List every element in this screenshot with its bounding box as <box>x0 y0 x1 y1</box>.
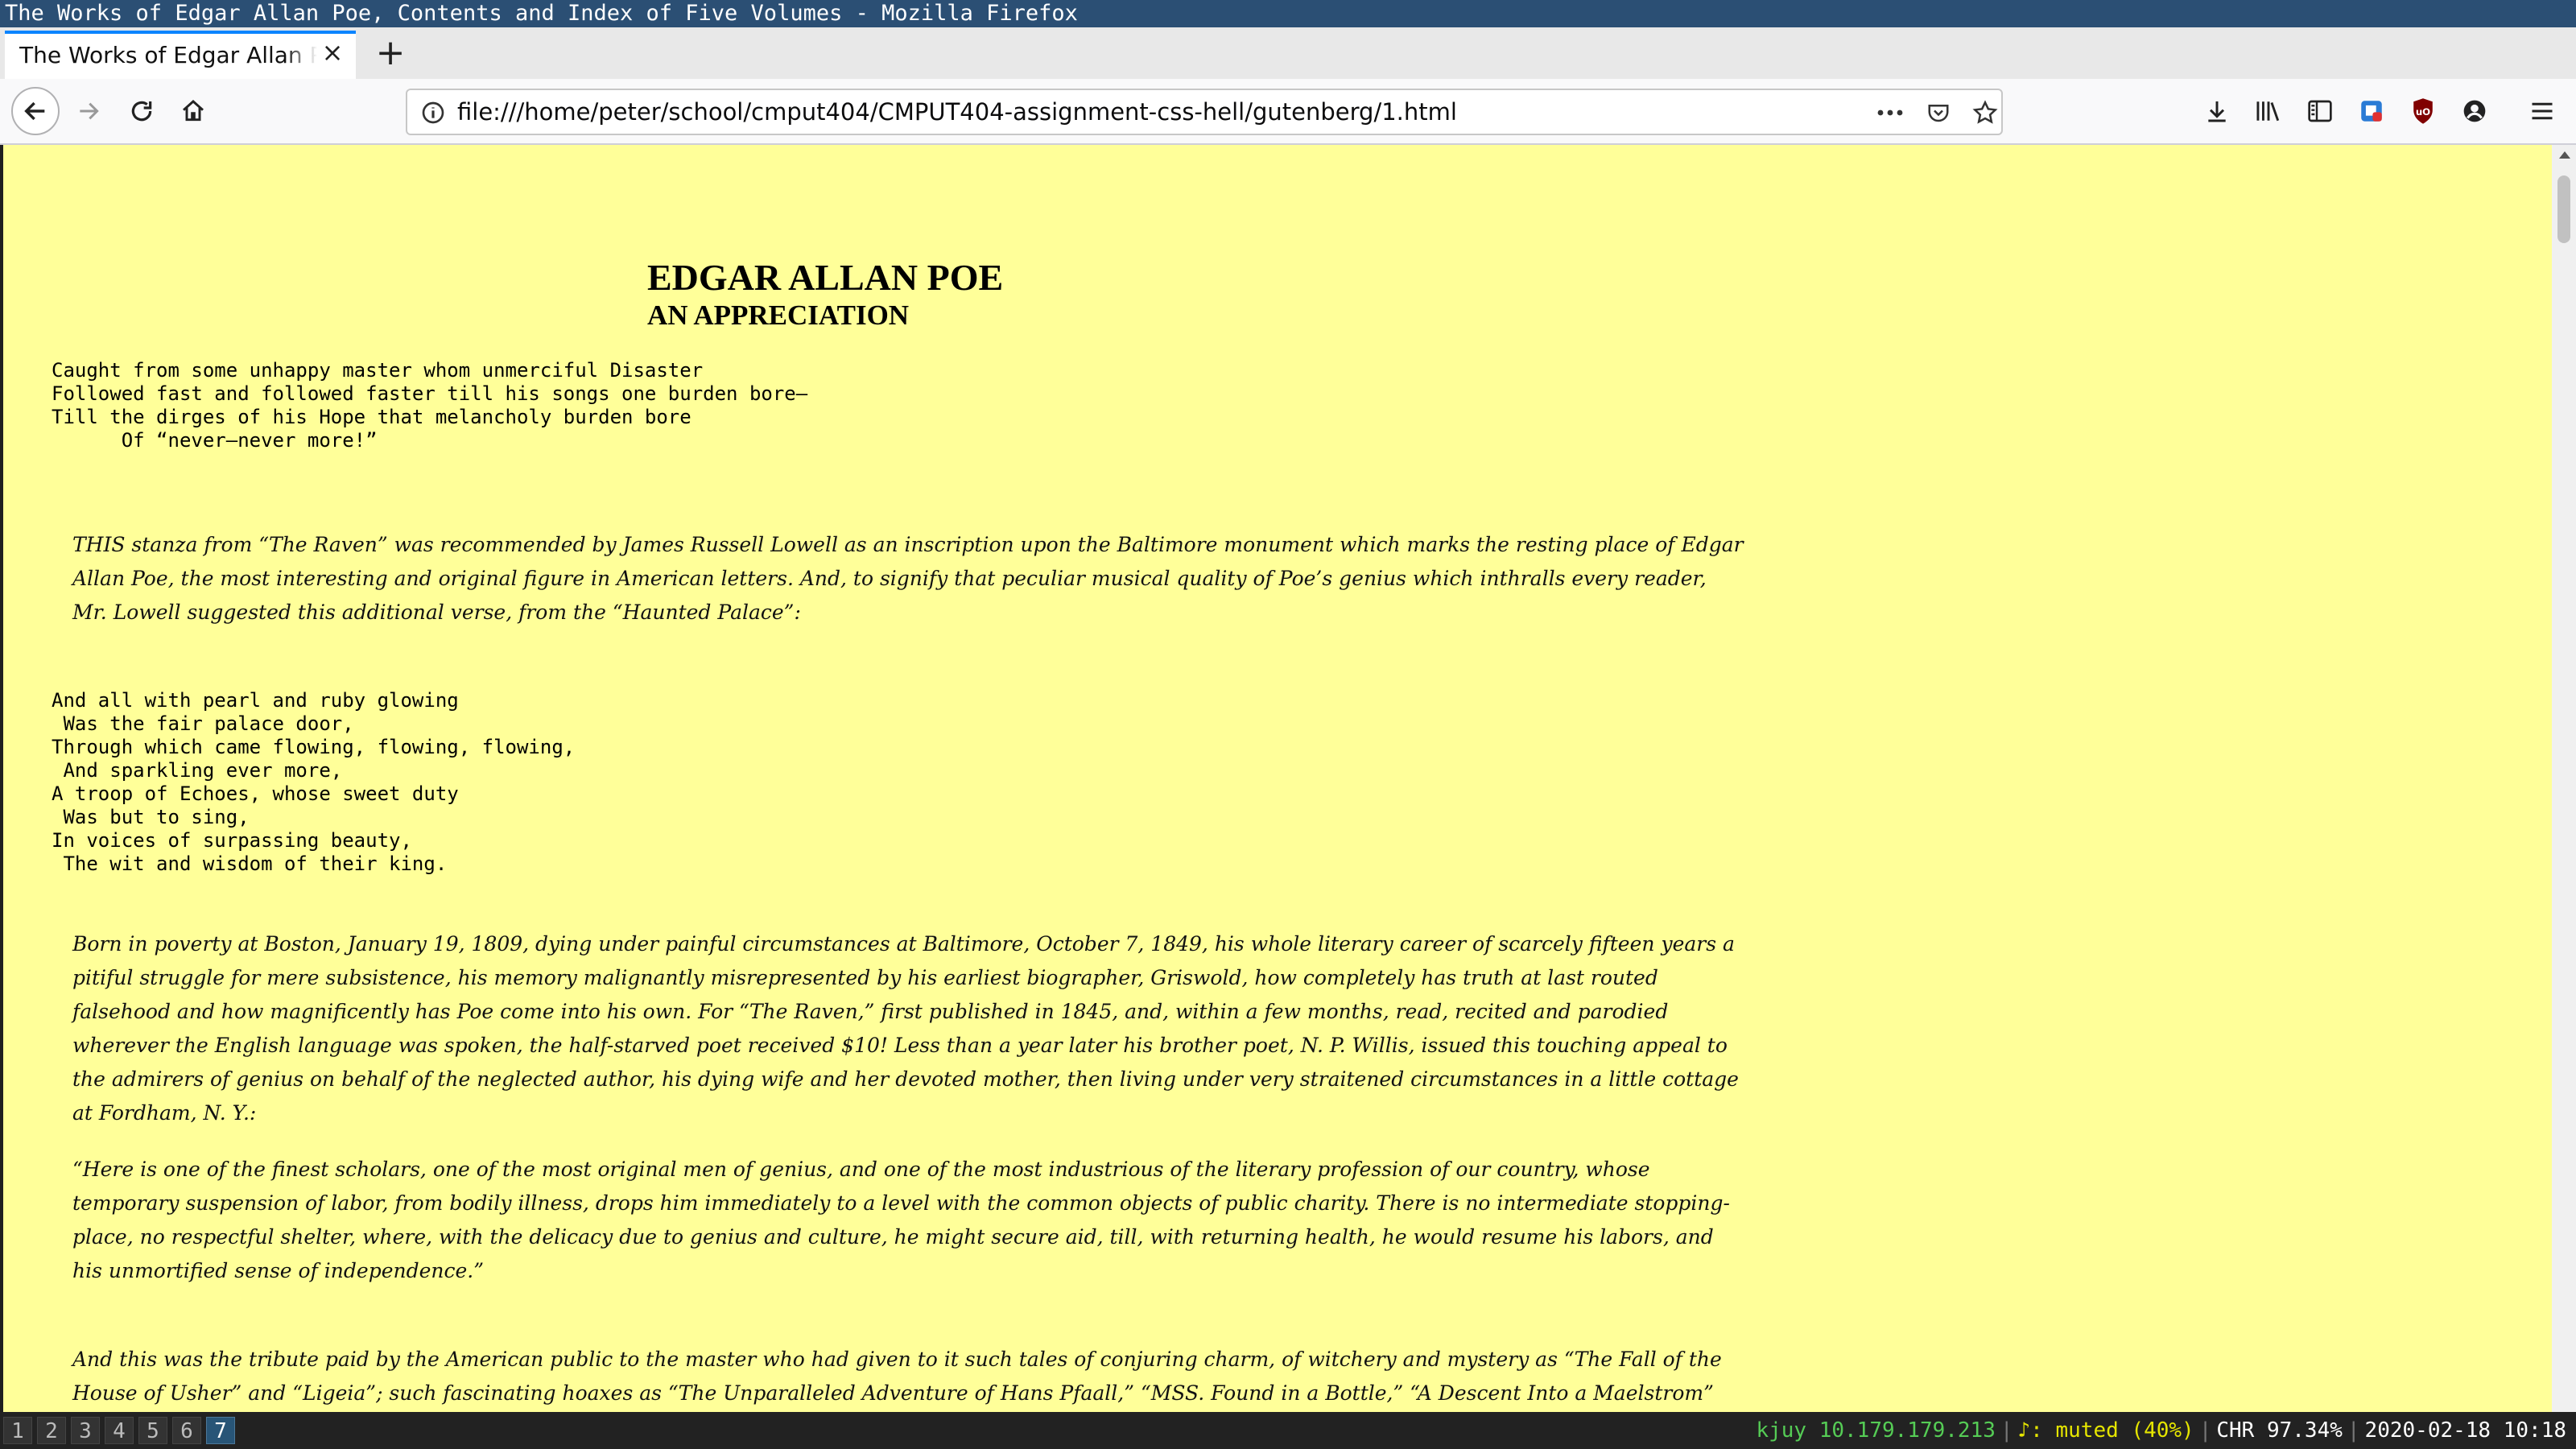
sidebar-icon <box>2308 100 2332 122</box>
menu-button[interactable] <box>2520 89 2565 134</box>
back-button[interactable] <box>11 87 60 135</box>
url-bar[interactable]: file:///home/peter/school/cmput404/CMPUT… <box>406 89 2003 135</box>
info-icon[interactable] <box>420 100 446 126</box>
poem-stanza-2: And all with pearl and ruby glowing Was … <box>52 689 575 876</box>
home-button[interactable] <box>171 89 216 134</box>
paragraph-biography: Born in poverty at Boston, January 19, 1… <box>72 932 1739 1125</box>
poem-line: A troop of Echoes, whose sweet duty <box>52 782 459 805</box>
page-content: EDGAR ALLAN POE AN APPRECIATION Caught f… <box>3 145 2552 1412</box>
paragraph-willis-quote: “Here is one of the finest scholars, one… <box>72 1158 1730 1282</box>
arrow-right-icon <box>80 102 99 120</box>
extension-button[interactable] <box>2349 89 2394 134</box>
ublock-icon: uO <box>2413 98 2433 124</box>
workspace-1[interactable]: 1 <box>3 1417 32 1444</box>
workspace-2[interactable]: 2 <box>37 1417 66 1444</box>
poem-line: Followed fast and followed faster till h… <box>52 382 808 405</box>
datetime-status: 2020-02-18 10:18 <box>2364 1418 2566 1443</box>
tab-strip: The Works of Edgar Allan Poe, Contents a… <box>0 27 2576 79</box>
ublock-button[interactable]: uO <box>2401 89 2446 134</box>
navigation-toolbar: file:///home/peter/school/cmput404/CMPUT… <box>0 79 2576 145</box>
pocket-icon <box>1928 105 1949 122</box>
pocket-button[interactable] <box>1922 97 1955 129</box>
poem-line: Caught from some unhappy master whom unm… <box>52 359 704 382</box>
library-button[interactable] <box>2246 89 2291 134</box>
window-titlebar: The Works of Edgar Allan Poe, Contents a… <box>0 0 2576 27</box>
workspace-6[interactable]: 6 <box>172 1417 201 1444</box>
workspace-5[interactable]: 5 <box>138 1417 167 1444</box>
scrollbar-thumb[interactable] <box>2557 175 2570 243</box>
poem-line: The wit and wisdom of their king. <box>52 852 448 875</box>
poem-line: In voices of surpassing beauty, <box>52 829 412 852</box>
poem-line: And all with pearl and ruby glowing <box>52 689 459 712</box>
vertical-scrollbar[interactable] <box>2552 145 2576 1412</box>
forward-button[interactable] <box>66 89 111 134</box>
tab-title: The Works of Edgar Allan Poe, Contents a… <box>19 42 317 68</box>
close-tab-icon[interactable]: × <box>319 39 346 66</box>
battery-status: CHR 97.34% <box>2216 1418 2343 1443</box>
page-actions-button[interactable] <box>1874 97 1906 129</box>
sidebar-button[interactable] <box>2297 89 2343 134</box>
new-tab-button[interactable]: + <box>372 35 409 72</box>
page-subheading: AN APPRECIATION <box>647 299 910 331</box>
hamburger-menu-icon <box>2532 102 2553 120</box>
tab-active[interactable]: The Works of Edgar Allan Poe, Contents a… <box>5 31 356 79</box>
volume-status: ♪: muted (40%) <box>2017 1418 2194 1443</box>
download-icon <box>2208 101 2226 122</box>
reload-icon <box>131 101 152 122</box>
extension-icon <box>2361 101 2382 122</box>
workspace-7[interactable]: 7 <box>206 1417 235 1444</box>
downloads-button[interactable] <box>2194 89 2240 134</box>
poem-line: Was but to sing, <box>52 806 250 828</box>
home-icon <box>183 100 204 122</box>
page-heading: EDGAR ALLAN POE <box>647 257 1004 298</box>
paragraph-intro: THIS stanza from “The Raven” was recomme… <box>72 533 1744 624</box>
system-status-bar: 1234567 kjuy 10.179.179.213 | ♪: muted (40… <box>0 1412 2576 1449</box>
network-status: kjuy 10.179.179.213 <box>1756 1418 1996 1443</box>
library-icon <box>2256 101 2280 122</box>
workspace-3[interactable]: 3 <box>71 1417 100 1444</box>
svg-text:uO: uO <box>2416 106 2430 118</box>
poem-line: Was the fair palace door, <box>52 712 354 735</box>
bookmark-button[interactable] <box>1969 97 2001 129</box>
account-button[interactable] <box>2452 89 2497 134</box>
status-right-block: kjuy 10.179.179.213 | ♪: muted (40%) | CHR 9… <box>1756 1418 2566 1443</box>
account-icon <box>2463 100 2486 122</box>
window-title: The Works of Edgar Allan Poe, Contents a… <box>5 1 1078 26</box>
poem-line: Till the dirges of his Hope that melanch… <box>52 406 691 428</box>
poem-stanza-1: Caught from some unhappy master whom unm… <box>52 359 807 452</box>
paragraph-tribute: And this was the tribute paid by the Ame… <box>72 1348 1722 1405</box>
poem-line: Of “never—never more!” <box>52 429 378 452</box>
workspace-4[interactable]: 4 <box>105 1417 134 1444</box>
reload-button[interactable] <box>119 89 164 134</box>
star-icon <box>1972 100 1998 124</box>
poem-line: And sparkling ever more, <box>52 759 343 782</box>
arrow-left-icon <box>24 101 45 121</box>
scroll-up-arrow-icon[interactable] <box>2559 151 2570 159</box>
poem-line: Through which came flowing, flowing, flo… <box>52 736 576 758</box>
ellipsis-icon <box>1877 109 1903 116</box>
url-text[interactable]: file:///home/peter/school/cmput404/CMPUT… <box>457 98 1457 126</box>
